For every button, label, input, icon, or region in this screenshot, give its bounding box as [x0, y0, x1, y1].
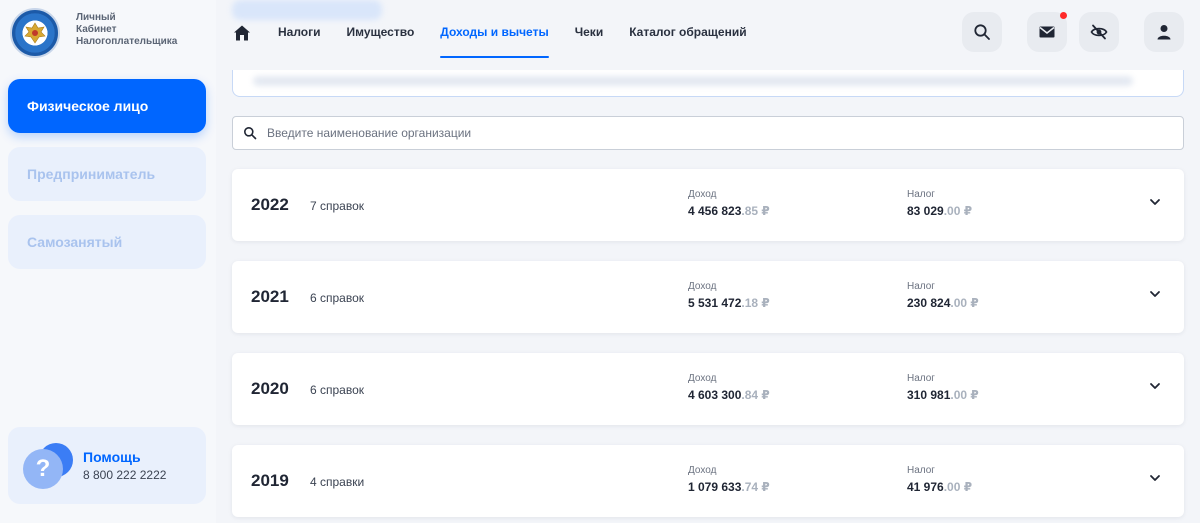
tax-label: Налог [907, 465, 935, 476]
tax-value: 310 981.00 ₽ [907, 388, 979, 402]
organization-search-input[interactable] [267, 126, 1147, 140]
messages-button[interactable] [1027, 12, 1067, 52]
income-label: Доход [688, 373, 717, 384]
help-card[interactable]: ? Помощь 8 800 222 2222 [8, 427, 206, 504]
nav-income-deductions[interactable]: Доходы и вычеты [440, 0, 550, 64]
sidebar-item-entrepreneur[interactable]: Предприниматель [8, 147, 206, 201]
sidebar-item-label: Предприниматель [27, 166, 156, 182]
question-icon: ? [23, 442, 75, 489]
tax-rubles: 83 029 [907, 204, 944, 218]
main-nav: Налоги Имущество Доходы и вычеты Чеки Ка… [278, 0, 773, 66]
income-rubles: 5 531 472 [688, 296, 742, 310]
year-card-2019[interactable]: 2019 4 справки Доход 1 079 633.74 ₽ Нало… [232, 445, 1184, 517]
notification-dot [1060, 12, 1067, 19]
nav-receipts[interactable]: Чеки [575, 0, 604, 64]
fns-emblem-icon [10, 8, 60, 58]
search-button[interactable] [962, 12, 1002, 52]
income-kopecks: .84 ₽ [741, 388, 770, 402]
tax-label: Налог [907, 189, 935, 200]
eye-off-icon [1090, 24, 1108, 40]
certificates-count: 4 справки [310, 475, 365, 489]
user-icon [1157, 25, 1171, 40]
sidebar-item-self-employed[interactable]: Самозанятый [8, 215, 206, 269]
income-label: Доход [688, 465, 717, 476]
help-title: Помощь [83, 449, 141, 465]
income-column: Доход 4 456 823.85 ₽ [688, 189, 770, 218]
income-column: Доход 4 603 300.84 ₽ [688, 373, 770, 402]
income-rubles: 4 603 300 [688, 388, 742, 402]
tax-value: 41 976.00 ₽ [907, 480, 972, 494]
year-label: 2021 [251, 287, 289, 306]
year-label: 2022 [251, 195, 289, 214]
search-icon [974, 24, 990, 40]
income-column: Доход 1 079 633.74 ₽ [688, 465, 770, 494]
sidebar-item-label: Самозанятый [27, 234, 123, 250]
logo[interactable]: Личный Кабинет Налогоплательщика [10, 8, 177, 58]
chevron-down-icon[interactable] [1148, 471, 1162, 485]
tax-value: 230 824.00 ₽ [907, 296, 979, 310]
tax-kopecks: .00 ₽ [950, 296, 979, 310]
help-text: Помощь 8 800 222 2222 [83, 449, 166, 482]
tax-label: Налог [907, 281, 935, 292]
blurred-info-card [232, 70, 1184, 97]
income-value: 5 531 472.18 ₽ [688, 296, 770, 310]
tax-value: 83 029.00 ₽ [907, 204, 972, 218]
logo-line: Личный [76, 12, 116, 23]
certificates-count: 6 справок [310, 383, 365, 397]
income-label: Доход [688, 281, 717, 292]
home-icon[interactable] [233, 24, 251, 42]
top-bar: Налоги Имущество Доходы и вычеты Чеки Ка… [216, 0, 1200, 66]
tax-column: Налог 230 824.00 ₽ [907, 281, 979, 310]
income-kopecks: .74 ₽ [741, 480, 770, 494]
tax-rubles: 230 824 [907, 296, 951, 310]
year-card-2021[interactable]: 2021 6 справок Доход 5 531 472.18 ₽ Нало… [232, 261, 1184, 333]
year-card-2022[interactable]: 2022 7 справок Доход 4 456 823.85 ₽ Нало… [232, 169, 1184, 241]
privacy-toggle-button[interactable] [1079, 12, 1119, 52]
income-column: Доход 5 531 472.18 ₽ [688, 281, 770, 310]
mail-icon [1039, 26, 1055, 38]
year-label: 2020 [251, 379, 289, 398]
organization-search[interactable] [232, 116, 1184, 150]
income-value: 4 456 823.85 ₽ [688, 204, 770, 218]
tax-rubles: 41 976 [907, 480, 944, 494]
income-kopecks: .18 ₽ [741, 296, 770, 310]
chevron-down-icon[interactable] [1148, 379, 1162, 393]
tax-rubles: 310 981 [907, 388, 951, 402]
tax-label: Налог [907, 373, 935, 384]
nav-taxes[interactable]: Налоги [278, 0, 321, 64]
logo-line: Налогоплательщика [76, 36, 178, 47]
year-label: 2019 [251, 471, 289, 490]
certificates-count: 7 справок [310, 199, 365, 213]
tax-kopecks: .00 ₽ [943, 480, 973, 494]
profile-button[interactable] [1144, 12, 1184, 52]
tax-kopecks: .00 ₽ [950, 388, 979, 402]
tax-column: Налог 310 981.00 ₽ [907, 373, 979, 402]
income-rubles: 1 079 633 [688, 480, 742, 494]
certificates-count: 6 справок [310, 291, 365, 305]
blurred-content [253, 76, 1133, 86]
logo-text: Личный Кабинет Налогоплательщика [76, 12, 177, 48]
income-value: 1 079 633.74 ₽ [688, 480, 770, 494]
sidebar-item-label: Физическое лицо [27, 98, 149, 114]
tax-column: Налог 83 029.00 ₽ [907, 189, 972, 218]
help-phone[interactable]: 8 800 222 2222 [83, 468, 166, 482]
sidebar: Личный Кабинет Налогоплательщика Физичес… [0, 0, 216, 523]
chevron-down-icon[interactable] [1148, 195, 1162, 209]
help-icon-front: ? [23, 448, 63, 489]
income-label: Доход [688, 189, 717, 200]
nav-appeals-catalog[interactable]: Каталог обращений [629, 0, 746, 64]
year-card-2020[interactable]: 2020 6 справок Доход 4 603 300.84 ₽ Нало… [232, 353, 1184, 425]
income-value: 4 603 300.84 ₽ [688, 388, 770, 402]
income-kopecks: .85 ₽ [741, 204, 770, 218]
sidebar-item-individual[interactable]: Физическое лицо [8, 79, 206, 133]
logo-line: Кабинет [76, 24, 117, 35]
income-rubles: 4 456 823 [688, 204, 742, 218]
search-icon [244, 127, 257, 140]
tax-column: Налог 41 976.00 ₽ [907, 465, 972, 494]
nav-property[interactable]: Имущество [347, 0, 415, 64]
tax-kopecks: .00 ₽ [943, 204, 973, 218]
chevron-down-icon[interactable] [1148, 287, 1162, 301]
